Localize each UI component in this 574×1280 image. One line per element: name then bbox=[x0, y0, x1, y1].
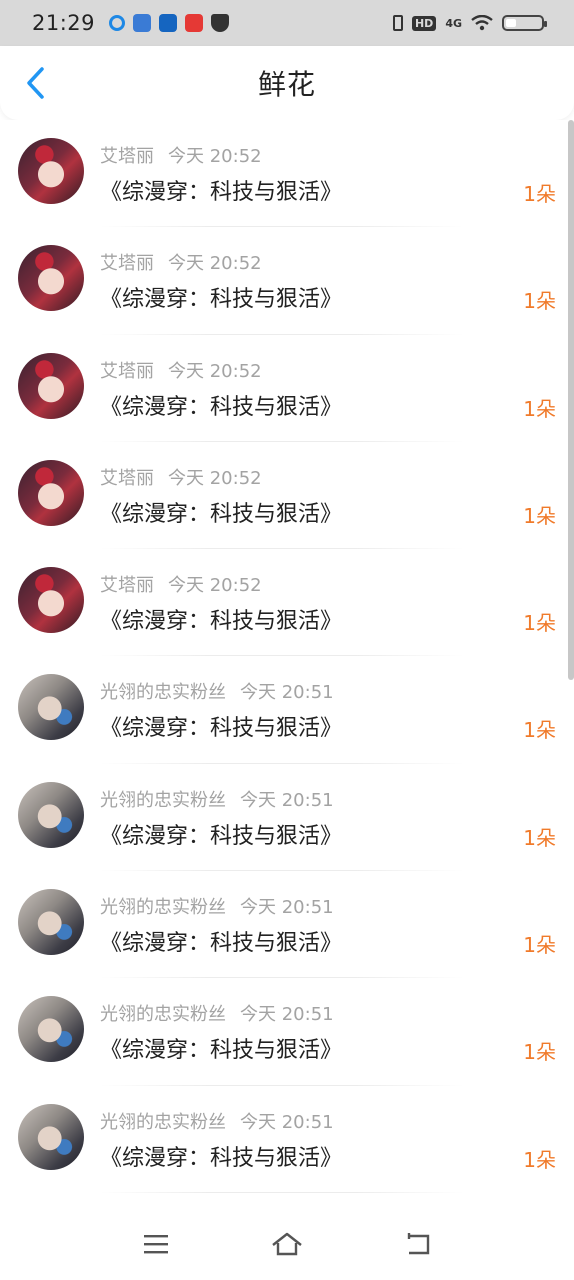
play-icon bbox=[159, 14, 178, 32]
timestamp: 今天 20:52 bbox=[168, 253, 262, 275]
list-item[interactable]: 光翎的忠实粉丝 今天 20:51 《综漫穿：科技与狠活》 1朵 bbox=[0, 656, 574, 764]
signal-icon: 4G bbox=[445, 16, 462, 30]
book-title: 《综漫穿：科技与狠活》 bbox=[100, 823, 343, 849]
list-item[interactable]: 光翎的忠实粉丝 今天 20:51 《综漫穿：科技与狠活》 1朵 bbox=[0, 871, 574, 979]
list-item[interactable]: 光翎的忠实粉丝 今天 20:51 《综漫穿：科技与狠活》 1朵 bbox=[0, 978, 574, 1086]
avatar[interactable] bbox=[18, 567, 84, 634]
flower-count: 1朵 bbox=[523, 933, 556, 958]
timestamp: 今天 20:52 bbox=[168, 467, 262, 489]
avatar[interactable] bbox=[18, 138, 84, 204]
avatar[interactable] bbox=[18, 459, 84, 526]
list-item-partial[interactable] bbox=[0, 1193, 574, 1208]
menu-icon bbox=[143, 1235, 168, 1254]
item-meta: 艾塔丽 今天 20:52 bbox=[100, 571, 262, 597]
item-meta: 光翎的忠实粉丝 今天 20:51 bbox=[100, 893, 334, 919]
timestamp: 今天 20:51 bbox=[240, 897, 334, 919]
chevron-left-icon bbox=[27, 67, 44, 99]
timestamp: 今天 20:51 bbox=[240, 1111, 334, 1133]
list-item[interactable]: 艾塔丽 今天 20:52 《综漫穿：科技与狠活》 1朵 bbox=[0, 442, 574, 550]
avatar[interactable] bbox=[18, 889, 84, 956]
user-name: 光翎的忠实粉丝 bbox=[100, 789, 226, 811]
flower-count: 1朵 bbox=[523, 503, 556, 528]
user-name: 光翎的忠实粉丝 bbox=[100, 1004, 226, 1026]
battery-icon bbox=[502, 15, 547, 31]
status-time: 21:29 bbox=[32, 11, 96, 35]
list-item[interactable]: 光翎的忠实粉丝 今天 20:51 《综漫穿：科技与狠活》 1朵 bbox=[0, 764, 574, 872]
avatar[interactable] bbox=[18, 352, 84, 419]
avatar[interactable] bbox=[18, 674, 84, 741]
book-title: 《综漫穿：科技与狠活》 bbox=[100, 394, 343, 420]
user-name: 艾塔丽 bbox=[100, 467, 154, 489]
gift-list: 艾塔丽 今天 20:52 《综漫穿：科技与狠活》 1朵 艾塔丽 今天 20:52 《综漫穿：… bbox=[0, 120, 574, 1208]
user-name: 光翎的忠实粉丝 bbox=[100, 1111, 226, 1133]
flower-count: 1朵 bbox=[523, 289, 556, 314]
list-item[interactable]: 艾塔丽 今天 20:52 《综漫穿：科技与狠活》 1朵 bbox=[0, 549, 574, 657]
book-title: 《综漫穿：科技与狠活》 bbox=[100, 931, 343, 957]
status-bar: 21:29 HD 4G bbox=[0, 0, 574, 46]
user-name: 艾塔丽 bbox=[100, 253, 154, 275]
flower-count: 1朵 bbox=[523, 182, 556, 206]
book-title: 《综漫穿：科技与狠活》 bbox=[100, 287, 343, 313]
list-item[interactable]: 艾塔丽 今天 20:52 《综漫穿：科技与狠活》 1朵 bbox=[0, 335, 574, 442]
system-indicators: HD 4G bbox=[392, 0, 547, 46]
flower-count: 1朵 bbox=[523, 611, 556, 636]
back-icon bbox=[408, 1233, 430, 1255]
system-navigation-bar bbox=[0, 1208, 574, 1280]
item-meta: 艾塔丽 今天 20:52 bbox=[100, 142, 262, 168]
user-name: 艾塔丽 bbox=[100, 146, 154, 167]
shield-icon bbox=[211, 14, 230, 32]
timestamp: 今天 20:52 bbox=[168, 360, 262, 382]
user-name: 艾塔丽 bbox=[100, 360, 154, 382]
video-app-icon bbox=[185, 14, 204, 32]
avatar[interactable] bbox=[18, 781, 84, 848]
page-title: 鲜花 bbox=[257, 68, 316, 101]
item-meta: 艾塔丽 今天 20:52 bbox=[100, 249, 262, 275]
book-title: 《综漫穿：科技与狠活》 bbox=[100, 1038, 343, 1064]
baidu-icon bbox=[133, 14, 152, 32]
book-title: 《综漫穿：科技与狠活》 bbox=[100, 1145, 343, 1171]
menu-button[interactable] bbox=[132, 1220, 180, 1268]
flower-count: 1朵 bbox=[523, 1147, 556, 1172]
avatar[interactable] bbox=[18, 996, 84, 1063]
timestamp: 今天 20:51 bbox=[240, 682, 334, 704]
user-name: 光翎的忠实粉丝 bbox=[100, 897, 226, 919]
item-meta: 光翎的忠实粉丝 今天 20:51 bbox=[100, 678, 334, 704]
home-icon bbox=[272, 1232, 302, 1256]
list-item[interactable]: 艾塔丽 今天 20:52 《综漫穿：科技与狠活》 1朵 bbox=[0, 120, 574, 228]
book-title: 《综漫穿：科技与狠活》 bbox=[100, 716, 343, 742]
flower-count: 1朵 bbox=[523, 396, 556, 421]
user-name: 光翎的忠实粉丝 bbox=[100, 682, 226, 704]
item-meta: 光翎的忠实粉丝 今天 20:51 bbox=[100, 786, 334, 812]
book-title: 《综漫穿：科技与狠活》 bbox=[100, 609, 343, 635]
timestamp: 今天 20:52 bbox=[168, 575, 262, 597]
vibrate-icon bbox=[392, 15, 403, 31]
flower-count: 1朵 bbox=[523, 718, 556, 743]
timestamp: 今天 20:52 bbox=[168, 146, 262, 167]
list-item[interactable]: 艾塔丽 今天 20:52 《综漫穿：科技与狠活》 1朵 bbox=[0, 227, 574, 335]
item-meta: 艾塔丽 今天 20:52 bbox=[100, 464, 262, 490]
back-button[interactable] bbox=[14, 62, 56, 104]
item-meta: 艾塔丽 今天 20:52 bbox=[100, 357, 262, 383]
flower-count: 1朵 bbox=[523, 1040, 556, 1065]
timestamp: 今天 20:51 bbox=[240, 789, 334, 811]
avatar[interactable] bbox=[18, 1103, 84, 1170]
header: 鲜花 bbox=[0, 46, 574, 120]
scrollbar[interactable] bbox=[568, 120, 574, 680]
timestamp: 今天 20:51 bbox=[240, 1004, 334, 1026]
home-button[interactable] bbox=[263, 1220, 311, 1268]
wifi-icon bbox=[471, 15, 493, 31]
book-title: 《综漫穿：科技与狠活》 bbox=[100, 180, 343, 205]
app-notification-icon bbox=[109, 15, 126, 31]
avatar[interactable] bbox=[18, 245, 84, 312]
list-item[interactable]: 光翎的忠实粉丝 今天 20:51 《综漫穿：科技与狠活》 1朵 bbox=[0, 1086, 574, 1193]
flower-count: 1朵 bbox=[523, 825, 556, 850]
item-meta: 光翎的忠实粉丝 今天 20:51 bbox=[100, 1108, 334, 1134]
hd-icon: HD bbox=[411, 15, 437, 31]
user-name: 艾塔丽 bbox=[100, 575, 154, 597]
back-nav-button[interactable] bbox=[394, 1220, 442, 1268]
item-meta: 光翎的忠实粉丝 今天 20:51 bbox=[100, 1000, 334, 1026]
notification-icons bbox=[109, 14, 230, 32]
battery-level bbox=[506, 19, 517, 27]
book-title: 《综漫穿：科技与狠活》 bbox=[100, 501, 343, 527]
